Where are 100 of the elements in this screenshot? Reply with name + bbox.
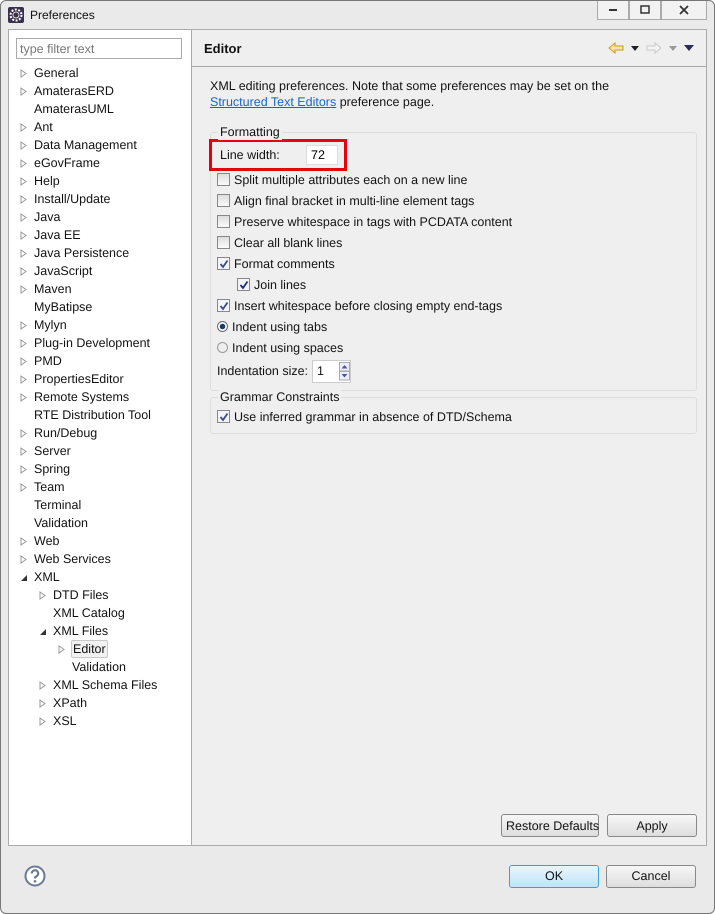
tree-item[interactable]: Team [33, 479, 66, 495]
tree-item[interactable]: Terminal [33, 497, 82, 513]
expand-icon[interactable] [19, 446, 28, 456]
view-menu-icon[interactable] [684, 45, 694, 51]
tree-item[interactable]: Install/Update [33, 191, 112, 207]
page-title: Editor [204, 40, 242, 56]
expand-icon[interactable] [19, 248, 28, 258]
expand-icon[interactable] [19, 140, 28, 150]
checkbox[interactable] [217, 236, 230, 249]
expand-icon[interactable] [19, 284, 28, 294]
tree-item[interactable]: eGovFrame [33, 155, 101, 171]
expand-icon[interactable] [19, 464, 28, 474]
tree-item[interactable]: Plug-in Development [33, 335, 152, 351]
checkbox-label: Clear all blank lines [234, 236, 342, 250]
expand-icon[interactable] [19, 374, 28, 384]
radio-button[interactable] [217, 342, 228, 353]
tree-item[interactable]: Mylyn [33, 317, 68, 333]
tree-item[interactable]: PMD [33, 353, 63, 369]
tree-item[interactable]: Web [33, 533, 60, 549]
expand-icon[interactable] [38, 716, 47, 726]
minimize-button[interactable] [597, 1, 629, 20]
checkbox[interactable] [237, 278, 250, 291]
group-title: Formatting [218, 124, 282, 140]
restore-defaults-button[interactable]: Restore Defaults [501, 814, 599, 837]
tree-item[interactable]: Server [33, 443, 72, 459]
tree-item[interactable]: XPath [52, 695, 88, 711]
tree-item[interactable]: Validation [71, 659, 127, 675]
tree-item[interactable]: Validation [33, 515, 89, 531]
tree-item[interactable]: XML Catalog [52, 605, 126, 621]
expand-icon[interactable] [19, 158, 28, 168]
tree-item[interactable]: AmaterasERD [33, 83, 115, 99]
tree-item[interactable]: XML [33, 569, 61, 585]
maximize-button[interactable] [629, 1, 661, 20]
radio-button[interactable] [217, 321, 228, 332]
tree-item[interactable]: Help [33, 173, 61, 189]
tree-item[interactable]: Data Management [33, 137, 138, 153]
number-spinner[interactable]: 1 [312, 360, 352, 382]
help-icon[interactable] [24, 865, 46, 887]
tree-item[interactable]: XML Files [52, 623, 110, 639]
tree-item[interactable]: Java [33, 209, 62, 225]
expand-icon[interactable] [19, 356, 28, 366]
expand-icon[interactable] [19, 338, 28, 348]
checkbox-label: Insert whitespace before closing empty end-tags [234, 298, 502, 312]
expand-icon[interactable] [19, 428, 28, 438]
collapse-icon[interactable] [38, 626, 47, 636]
checkbox[interactable] [217, 173, 230, 186]
tree-item[interactable]: MyBatipse [33, 299, 94, 315]
dropdown-icon [669, 46, 677, 50]
checkbox[interactable] [217, 257, 230, 270]
expand-icon[interactable] [19, 266, 28, 276]
tree-item[interactable]: XSL [52, 713, 78, 729]
filter-field[interactable]: type filter text [16, 38, 182, 59]
expand-icon[interactable] [19, 194, 28, 204]
expand-icon[interactable] [19, 392, 28, 402]
line-width-field[interactable]: 72 [306, 145, 338, 165]
tree-item[interactable]: Java EE [33, 227, 82, 243]
tree-item[interactable]: General [33, 65, 80, 81]
link[interactable]: Structured Text Editors [210, 95, 336, 109]
expand-icon[interactable] [19, 482, 28, 492]
tree-item[interactable]: Maven [33, 281, 73, 297]
apply-button[interactable]: Apply [607, 814, 697, 837]
expand-icon[interactable] [19, 320, 28, 330]
expand-icon[interactable] [19, 122, 28, 132]
tree-item[interactable]: AmaterasUML [33, 101, 115, 117]
cancel-button[interactable]: Cancel [606, 864, 696, 888]
tree-item[interactable]: PropertiesEditor [33, 371, 125, 387]
gear-icon [8, 7, 24, 23]
checkbox[interactable] [217, 410, 230, 423]
expand-icon[interactable] [19, 536, 28, 546]
tree-item[interactable]: Web Services [33, 551, 112, 567]
tree-item[interactable]: Ant [33, 119, 54, 135]
tree-item[interactable]: Spring [33, 461, 72, 477]
back-arrow-icon[interactable] [608, 42, 624, 54]
close-icon [679, 5, 689, 15]
expand-icon[interactable] [57, 644, 66, 654]
tree-item[interactable]: Remote Systems [33, 389, 130, 405]
expand-icon[interactable] [38, 680, 47, 690]
tree-item[interactable]: DTD Files [52, 587, 110, 603]
close-button[interactable] [661, 1, 707, 20]
tree-item[interactable]: Java Persistence [33, 245, 130, 261]
checkbox[interactable] [217, 215, 230, 228]
tree-item[interactable]: JavaScript [33, 263, 94, 279]
checkbox[interactable] [217, 299, 230, 312]
expand-icon[interactable] [19, 212, 28, 222]
dropdown-icon[interactable] [631, 46, 639, 50]
ok-button[interactable]: OK [509, 864, 599, 888]
checkbox[interactable] [217, 194, 230, 207]
expand-icon[interactable] [38, 590, 47, 600]
collapse-icon[interactable] [19, 572, 28, 582]
expand-icon[interactable] [19, 554, 28, 564]
tree-item[interactable]: Run/Debug [33, 425, 98, 441]
expand-icon[interactable] [19, 86, 28, 96]
expand-icon[interactable] [19, 68, 28, 78]
tree-item[interactable]: Editor [71, 640, 108, 658]
expand-icon[interactable] [38, 698, 47, 708]
expand-icon[interactable] [19, 176, 28, 186]
expand-icon[interactable] [19, 230, 28, 240]
tree-item[interactable]: RTE Distribution Tool [33, 407, 152, 423]
radio-label: Indent using tabs [232, 320, 328, 334]
tree-item[interactable]: XML Schema Files [52, 677, 158, 693]
